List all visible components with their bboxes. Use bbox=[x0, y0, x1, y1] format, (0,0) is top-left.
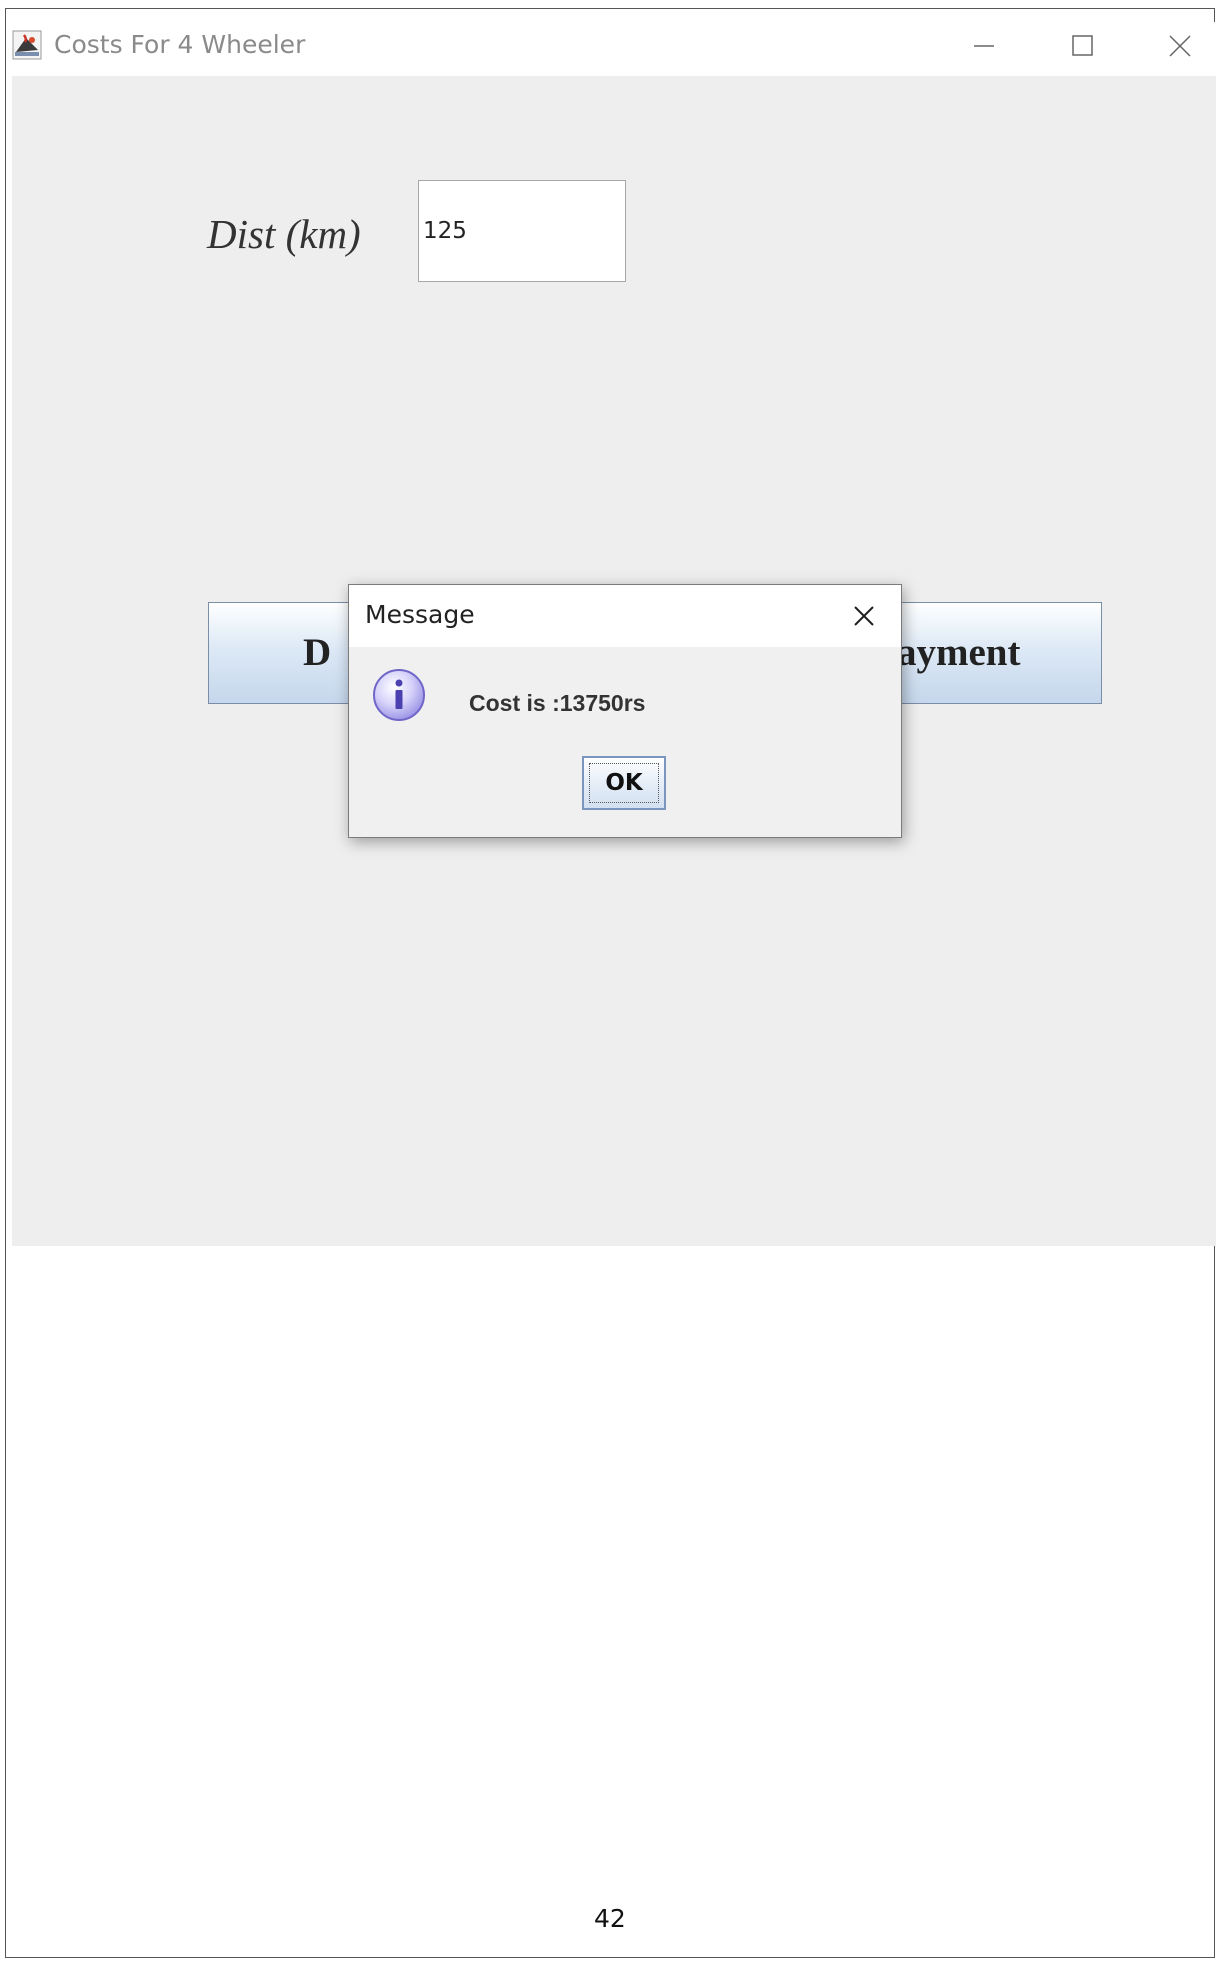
left-action-button[interactable]: D bbox=[208, 602, 368, 704]
java-cup-icon bbox=[12, 30, 42, 60]
info-icon bbox=[373, 669, 425, 721]
dist-input[interactable]: 125 bbox=[418, 180, 626, 282]
page-number: 42 bbox=[594, 1904, 626, 1933]
left-action-button-label: D bbox=[303, 631, 332, 674]
minimize-icon[interactable] bbox=[964, 28, 1004, 64]
maximize-icon[interactable] bbox=[1062, 28, 1102, 64]
dialog-message: Cost is :13750rs bbox=[469, 690, 646, 716]
window-titlebar[interactable]: Costs For 4 Wheeler bbox=[12, 22, 1216, 76]
payment-button-label: ayment bbox=[897, 631, 1021, 674]
app-window: Costs For 4 Wheeler Dist (km) 125 D ayme… bbox=[12, 22, 1216, 1246]
dialog-title: Message bbox=[365, 600, 475, 629]
payment-button[interactable]: ayment bbox=[882, 602, 1102, 704]
window-content: Dist (km) 125 D ayment Message Cost is:… bbox=[12, 76, 1216, 1246]
dist-label: Dist (km) bbox=[207, 211, 361, 257]
ok-button[interactable]: OK bbox=[582, 756, 666, 810]
window-title: Costs For 4 Wheeler bbox=[54, 30, 306, 59]
close-icon[interactable] bbox=[1160, 28, 1200, 64]
dialog-titlebar[interactable]: Message bbox=[349, 585, 901, 647]
dialog-close-icon[interactable] bbox=[849, 601, 879, 631]
message-dialog: Message Cost is :13750rs OK bbox=[348, 584, 902, 838]
